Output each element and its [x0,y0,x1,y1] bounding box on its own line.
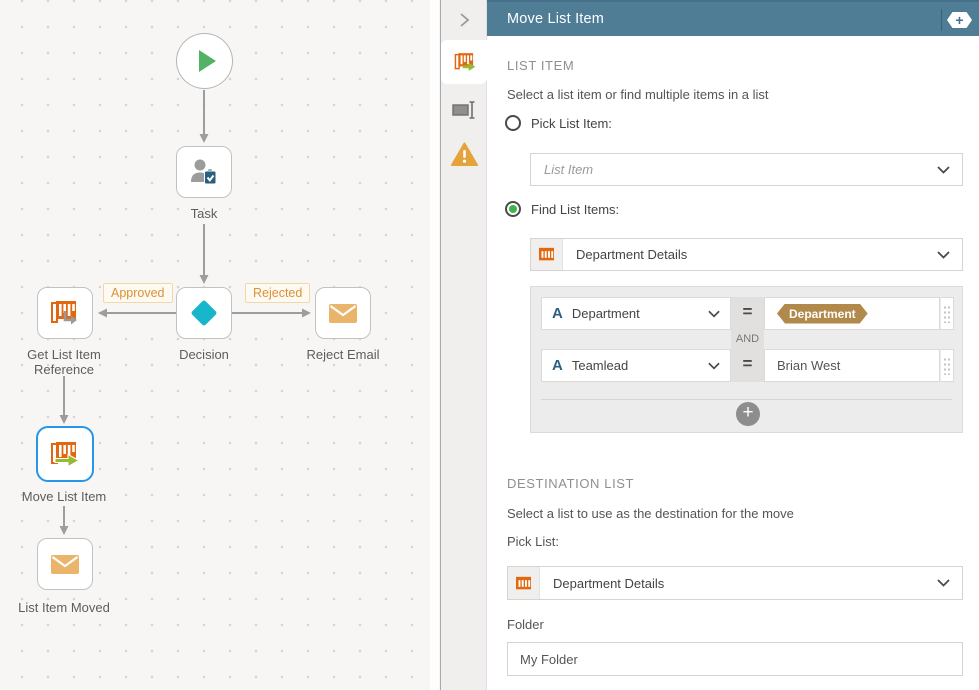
chevron-down-icon [708,362,720,370]
list-item-dropdown[interactable]: List Item [530,153,963,186]
move-list-item-label: Move List Item [4,489,124,504]
filter-divider [541,399,952,400]
radio-unselected-icon[interactable] [505,115,521,131]
radio-selected-icon[interactable] [505,201,521,217]
list-table-icon [538,247,555,262]
conjunction-label: AND [731,333,764,345]
decision-diamond-icon [184,293,224,333]
plus-icon: + [955,13,963,27]
chevron-right-icon [457,12,471,28]
approved-connector-badge: Approved [103,283,173,303]
tab-errors[interactable] [441,132,487,176]
drag-dots-icon [943,305,951,323]
equals-operator: = [731,302,764,322]
envelope-icon [46,545,84,583]
panel-header: Move List Item + [487,0,979,36]
panel-title: Move List Item [487,11,604,27]
folder-input[interactable] [507,642,963,676]
panel-content: LIST ITEM Select a list item or find mul… [487,36,979,690]
operator-column: = AND = [731,297,764,382]
row-drag-handle[interactable] [940,349,954,382]
destination-list-value: Department Details [540,576,664,591]
user-task-icon [185,153,223,191]
drag-dots-icon [943,357,951,375]
envelope-icon [324,294,362,332]
pick-list-label: Pick List: [507,534,559,549]
config-panel: Move List Item + LIST ITEM Select a list… [441,0,979,690]
list-item-moved-label: List Item Moved [4,600,124,615]
add-button[interactable]: + [947,12,972,28]
header-divider [941,9,942,31]
tab-properties[interactable] [441,88,487,132]
list-table-icon [515,576,532,591]
reject-email-node[interactable] [315,287,371,339]
chevron-down-icon [937,251,950,259]
row-drag-handle[interactable] [940,297,954,330]
list-item-section-heading: LIST ITEM [507,58,574,73]
text-type-icon: A [552,357,563,374]
department-token[interactable]: Department [777,304,868,324]
warning-icon [451,142,478,167]
destination-section-description: Select a list to use as the destination … [507,506,794,521]
add-filter-button[interactable]: + [736,402,760,426]
filter-builder: = AND = A Department Department [530,286,963,433]
chevron-down-icon [937,579,950,587]
text-type-icon: A [552,305,563,322]
decision-label: Decision [154,347,254,362]
filter-field-dropdown-1[interactable]: A Department [541,297,731,330]
decision-node[interactable] [176,287,232,339]
move-list-icon [46,435,84,473]
move-list-item-node[interactable] [36,426,94,482]
filter-field-dropdown-2[interactable]: A Teamlead [541,349,731,382]
find-list-dropdown[interactable]: Department Details [530,238,963,271]
list-item-moved-node[interactable] [37,538,93,590]
text-field-icon [451,98,477,122]
folder-label: Folder [507,617,544,632]
get-list-item-reference-node[interactable] [37,287,93,339]
list-icon-cell [531,239,563,270]
equals-operator: = [731,354,764,374]
list-item-dropdown-placeholder: List Item [531,162,593,177]
destination-list-dropdown[interactable]: Department Details [507,566,963,600]
reject-email-label: Reject Email [293,347,393,362]
workflow-canvas[interactable]: Task Decision Get List Item Reference [0,0,441,690]
rejected-connector-badge: Rejected [245,283,310,303]
workflow-designer: Task Decision Get List Item Reference [0,0,979,690]
list-icon-cell [508,567,540,599]
find-list-dropdown-value: Department Details [563,247,687,262]
task-node[interactable] [176,146,232,198]
filter-value-field-1[interactable]: Department [764,297,940,330]
play-icon [190,46,220,76]
pick-list-item-radio[interactable]: Pick List Item: [505,115,612,131]
chevron-down-icon [937,166,950,174]
list-item-section-description: Select a list item or find multiple item… [507,87,769,102]
destination-section-heading: DESTINATION LIST [507,476,634,491]
start-node[interactable] [176,33,233,89]
move-list-icon [451,48,479,76]
find-list-items-radio[interactable]: Find List Items: [505,201,619,217]
get-list-item-reference-label: Get List Item Reference [4,347,124,377]
collapse-panel-button[interactable] [441,0,487,40]
task-label: Task [154,206,254,221]
list-reference-icon [46,294,84,332]
panel-tab-strip [441,0,487,690]
filter-value-field-2[interactable]: Brian West [764,349,940,382]
tab-configuration[interactable] [441,40,488,84]
chevron-down-icon [708,310,720,318]
